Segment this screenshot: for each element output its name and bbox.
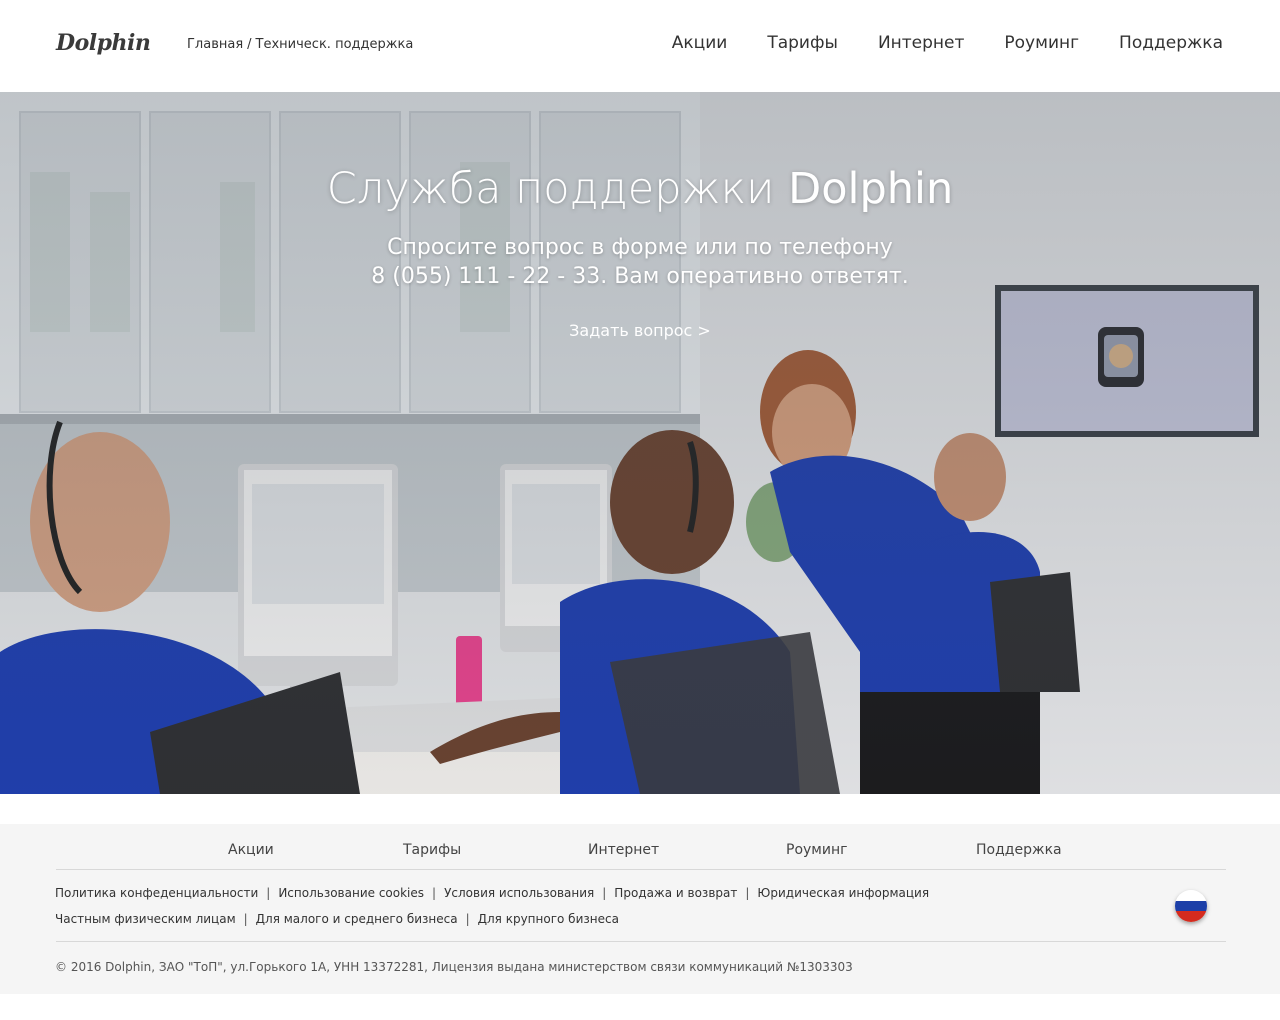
link-separator: | [243,912,248,926]
hero-subtitle-line1: Спросите вопрос в форме или по телефону [387,235,893,260]
link-separator: | [745,886,750,900]
hero-subtitle: Спросите вопрос в форме или по телефону … [0,233,1280,291]
site-header: Dolphin Главная / Техническ. поддержка Акц… [0,0,1280,92]
large-business-link[interactable]: Для крупного бизнеса [478,912,619,926]
segment-links-row: Частным физическим лицам | Для малого и ср… [55,912,619,926]
nav-item-roaming[interactable]: Роуминг [1004,33,1079,53]
nav-item-internet[interactable]: Интернет [878,33,964,53]
breadcrumb: Главная / Техническ. поддержка [187,37,413,52]
footer-nav-support[interactable]: Поддержка [976,842,1062,858]
footer-nav-tariffs[interactable]: Тарифы [403,842,461,858]
terms-link[interactable]: Условия использования [444,886,594,900]
hero-title-prefix: Служба поддержки [326,164,775,214]
main-nav: Акции Тарифы Интернет Роуминг Поддержка [632,33,1223,53]
sales-returns-link[interactable]: Продажа и возврат [614,886,737,900]
link-separator: | [432,886,437,900]
link-separator: | [266,886,271,900]
small-business-link[interactable]: Для малого и среднего бизнеса [256,912,458,926]
breadcrumb-current: Техническ. поддержка [255,37,414,52]
footer-divider [56,941,1226,942]
footer-nav-roaming[interactable]: Роуминг [786,842,847,858]
russia-flag-icon[interactable] [1175,890,1207,922]
cookies-link[interactable]: Использование cookies [278,886,424,900]
hero-title: Служба поддержки Dolphin [0,164,1280,214]
link-separator: | [465,912,470,926]
footer-nav: Акции Тарифы Интернет Роуминг Поддержка [56,842,1226,870]
logo[interactable]: Dolphin [56,30,151,56]
ask-question-button[interactable]: Задать вопрос > [569,321,711,340]
nav-item-support[interactable]: Поддержка [1119,33,1223,53]
nav-item-tariffs[interactable]: Тарифы [767,33,838,53]
site-footer: Акции Тарифы Интернет Роуминг Поддержка … [0,824,1280,994]
footer-nav-internet[interactable]: Интернет [588,842,659,858]
ask-question-link: Задать вопрос > [0,321,1280,340]
nav-item-promotions[interactable]: Акции [672,33,728,53]
legal-links-row: Политика конфеденциальности | Использовани… [55,886,929,900]
hero-subtitle-line2: 8 (055) 111 - 22 - 33. Вам оперативно от… [371,264,909,289]
footer-divider [56,869,1226,870]
legal-info-link[interactable]: Юридическая информация [757,886,929,900]
copyright-text: © 2016 Dolphin, ЗАО "ТоП", ул.Горького 1… [55,960,853,974]
breadcrumb-separator: / [247,37,252,52]
page-bottom [0,994,1280,1020]
link-separator: | [602,886,607,900]
privacy-policy-link[interactable]: Политика конфеденциальности [55,886,258,900]
footer-nav-promotions[interactable]: Акции [228,842,274,858]
breadcrumb-home[interactable]: Главная [187,37,243,52]
individuals-link[interactable]: Частным физическим лицам [55,912,236,926]
hero-title-brand: Dolphin [788,164,954,214]
hero-banner: Служба поддержки Dolphin Спросите вопрос… [0,92,1280,794]
